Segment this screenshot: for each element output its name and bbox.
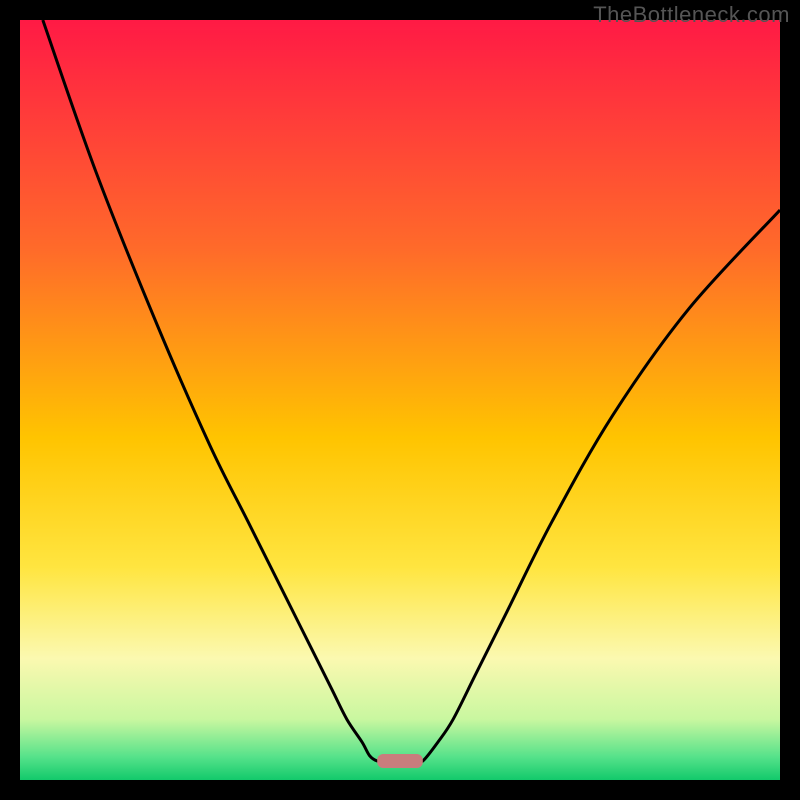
watermark-text: TheBottleneck.com bbox=[593, 2, 790, 28]
bottleneck-chart bbox=[20, 20, 780, 780]
gradient-background bbox=[20, 20, 780, 780]
bottleneck-marker bbox=[377, 754, 423, 768]
